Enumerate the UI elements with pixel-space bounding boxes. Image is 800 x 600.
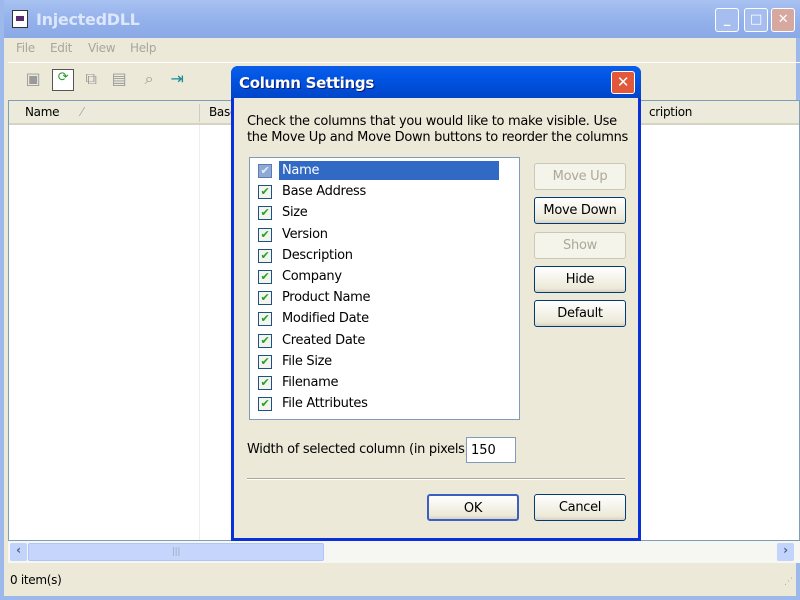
column-header-description[interactable]: cription	[649, 105, 692, 119]
width-label: Width of selected column (in pixels):	[247, 442, 474, 457]
column-label: Base Address	[282, 184, 366, 200]
column-list-item[interactable]: ✔ Version	[258, 225, 503, 246]
checkbox[interactable]: ✔	[258, 333, 272, 348]
checkbox[interactable]: ✔	[258, 397, 272, 412]
checkbox[interactable]: ✔	[258, 248, 272, 263]
columns-listbox[interactable]: ✔ Name ✔ Base Address ✔ Size ✔ Version ✔ Descript…	[249, 157, 520, 420]
checkbox[interactable]: ✔	[258, 291, 272, 306]
exit-icon[interactable]: ⇥	[166, 69, 188, 91]
column-list-item[interactable]: ✔ File Attributes	[258, 394, 503, 415]
ok-button[interactable]: OK	[427, 494, 519, 521]
checkbox[interactable]: ✔	[258, 164, 272, 178]
column-label: File Attributes	[282, 396, 368, 412]
column-label: Description	[282, 247, 353, 263]
menu-file[interactable]: File	[16, 41, 35, 55]
column-label: Product Name	[282, 290, 371, 306]
scroll-right-button[interactable]: ›	[777, 543, 794, 561]
menu-edit[interactable]: Edit	[50, 41, 72, 55]
checkbox[interactable]: ✔	[258, 312, 272, 327]
column-label: Size	[282, 205, 308, 221]
column-list-item[interactable]: ✔ Name	[258, 161, 503, 182]
column-list-item[interactable]: ✔ Base Address	[258, 182, 503, 203]
menu-view[interactable]: View	[88, 41, 116, 55]
column-list-item[interactable]: ✔ Modified Date	[258, 309, 503, 330]
separator	[247, 478, 625, 480]
scroll-left-button[interactable]: ‹	[10, 543, 27, 561]
column-width-input[interactable]	[466, 437, 516, 463]
column-label: Name	[279, 161, 499, 180]
column-list-item[interactable]: ✔ Description	[258, 246, 503, 267]
checkbox[interactable]: ✔	[258, 227, 272, 242]
column-list-item[interactable]: ✔ Product Name	[258, 288, 503, 309]
column-list-item[interactable]: ✔ Company	[258, 267, 503, 288]
title-bar: InjectedDLL _ □ ✕	[4, 0, 800, 38]
close-button[interactable]: ✕	[771, 8, 795, 32]
sort-arrow-icon: ⁄	[81, 105, 83, 119]
menu-help[interactable]: Help	[130, 41, 156, 55]
move-up-button[interactable]: Move Up	[534, 163, 626, 190]
find-icon[interactable]: ⌕	[138, 69, 160, 91]
column-list-item[interactable]: ✔ Size	[258, 203, 503, 224]
checkbox[interactable]: ✔	[258, 270, 272, 284]
dialog-close-button[interactable]: ✕	[611, 71, 635, 94]
show-button[interactable]: Show	[534, 232, 626, 259]
dialog-title-bar: Column Settings ✕	[231, 66, 641, 98]
refresh-icon[interactable]: ⟳	[52, 69, 74, 91]
column-header-name[interactable]: Name	[25, 105, 60, 119]
column-label: File Size	[282, 353, 332, 369]
checkbox[interactable]: ✔	[258, 206, 272, 221]
column-label: Company	[282, 269, 342, 284]
copy-icon[interactable]: ⧉	[80, 69, 102, 91]
column-label: Version	[282, 226, 328, 242]
maximize-button[interactable]: □	[744, 8, 768, 32]
scroll-thumb[interactable]: |||	[28, 543, 324, 561]
resize-grip-icon[interactable]: ⋰	[784, 577, 793, 587]
minimize-button[interactable]: _	[715, 8, 739, 32]
column-settings-dialog: Column Settings ✕ Check the columns that…	[231, 66, 641, 541]
move-down-button[interactable]: Move Down	[534, 197, 626, 224]
status-text: 0 item(s)	[10, 573, 62, 587]
cancel-button[interactable]: Cancel	[534, 494, 626, 521]
column-list-item[interactable]: ✔ Created Date	[258, 331, 503, 352]
menu-bar: File Edit View Help	[8, 38, 800, 60]
column-label: Modified Date	[282, 311, 369, 327]
status-bar: 0 item(s) ⋰	[8, 565, 800, 596]
instructions-text: Check the columns that you would like to…	[247, 114, 629, 145]
dialog-body: Check the columns that you would like to…	[234, 98, 638, 538]
checkbox[interactable]: ✔	[258, 354, 272, 369]
window-title: InjectedDLL	[36, 10, 140, 29]
column-label: Created Date	[282, 332, 366, 348]
properties-icon[interactable]: ▤	[108, 69, 130, 91]
save-icon[interactable]: ▣	[22, 69, 44, 91]
dialog-title: Column Settings	[239, 74, 374, 92]
checkbox[interactable]: ✔	[258, 185, 272, 200]
column-list-item[interactable]: ✔ Filename	[258, 373, 503, 394]
column-list-item[interactable]: ✔ File Size	[258, 352, 503, 373]
app-icon	[12, 10, 28, 28]
column-label: Filename	[282, 375, 339, 390]
default-button[interactable]: Default	[534, 300, 626, 327]
horizontal-scrollbar[interactable]: ‹ ||| ›	[8, 541, 800, 563]
checkbox[interactable]: ✔	[258, 376, 272, 390]
hide-button[interactable]: Hide	[534, 266, 626, 293]
